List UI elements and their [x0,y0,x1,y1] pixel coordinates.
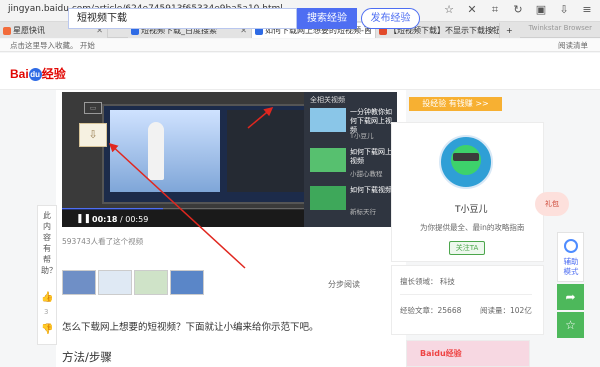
earn-money-button[interactable]: 投经验 有钱赚 >> [409,97,502,111]
step-thumbnails [62,270,212,295]
follow-button[interactable]: 关注TA [449,241,485,255]
step-thumb[interactable] [98,270,132,295]
article-count: 经验文章：25668 [400,306,462,315]
site-header: Bai du 经验 [0,53,600,90]
related-thumb [310,186,346,210]
tab-favicon [3,27,11,35]
related-meta: T小豆儿 [350,132,374,140]
toolbar-icons: ☆ ✕ ⌗ ↻ ▣ ⇩ ≡ [442,3,594,17]
related-thumb [310,148,346,172]
author-avatar[interactable] [439,135,493,189]
divider [400,294,532,295]
menu-icon[interactable]: ≡ [580,3,594,17]
up-count: 3 [44,308,49,316]
related-video-list: 全相关视频 一分钟教你如何下载网上视频 T小豆儿 如何下载网上视频 小甜心教程 … [304,92,397,227]
post-experience-button[interactable]: 发布经验 [361,8,420,29]
step-read-link[interactable]: 分步阅读 [328,279,360,290]
thumbs-up-icon[interactable]: 👍 [41,292,53,303]
view-count: 593743人看了这个视频 [62,237,144,246]
star-icon[interactable]: ☆ [442,3,456,17]
step-thumb[interactable] [62,270,96,295]
crop-icon[interactable]: ⌗ [488,3,502,17]
reading-list[interactable]: 阅读清单 [558,40,588,51]
step-thumb[interactable] [170,270,204,295]
search-input[interactable]: 短视频下载 [68,8,297,29]
related-meta: 新标天行 [350,208,376,216]
related-header: 全相关视频 [310,96,345,104]
video-download-icon[interactable]: ⇩ [79,123,107,147]
download-icon[interactable]: ⇩ [557,3,571,17]
ad-banner[interactable]: Baidu经验 [406,340,530,367]
browser-window: jingyan.baidu.com/article/624e745913f653… [0,0,600,367]
author-desc: 为你提供最全、最in的攻略指南 [420,223,525,232]
assist-icon [564,239,578,253]
share-icon[interactable]: ➦ [557,284,584,310]
new-tab-button[interactable]: + [500,23,520,38]
close-icon[interactable]: ✕ [465,3,479,17]
pause-icon[interactable]: ❚❚ [76,214,91,224]
related-meta: 小甜心教程 [350,170,383,178]
related-thumb [310,108,346,132]
video-time: 00:18 / 00:59 [92,215,149,224]
author-name[interactable]: T小豆儿 [455,202,488,215]
assist-mode-button[interactable]: 辅助模式 [557,232,584,282]
helpful-strip: 此内容有帮助？ 👍 3 👎 [37,205,57,345]
thumbs-down-icon[interactable]: 👎 [41,324,53,335]
step-thumb[interactable] [134,270,168,295]
sync-icon[interactable]: ↻ [511,3,525,17]
read-count: 阅读量：102亿 [480,306,532,315]
helpful-question: 此内容有帮助？ [41,211,57,275]
article-intro: 怎么下载网上想要的短视频？下面就让小编来给你示范下吧。 [62,322,319,333]
twinkstar-label: Twinkstar Browser [528,24,592,32]
video-figure [148,122,164,180]
baidu-jingyan-logo[interactable]: Bai du 经验 [10,65,66,82]
steps-heading: 方法/步骤 [62,350,112,364]
favorite-star-icon[interactable]: ☆ [557,312,584,338]
bookmarks-bar: 点击这里导入收藏。 开始 阅读清单 [0,39,600,52]
gift-badge[interactable]: 礼包 [535,192,569,216]
tab-label: 星愿快讯 [13,26,45,35]
search-button[interactable]: 搜索经验 [297,8,357,29]
pip-icon[interactable]: ▭ [84,102,102,114]
import-bookmarks-hint[interactable]: 点击这里导入收藏。 开始 [10,40,95,51]
video-inner-screen [110,110,220,192]
field-info: 擅长领域： 科技 [400,277,455,286]
tab-close-icon[interactable]: ✕ [488,23,495,38]
extension-icon[interactable]: ▣ [534,3,548,17]
